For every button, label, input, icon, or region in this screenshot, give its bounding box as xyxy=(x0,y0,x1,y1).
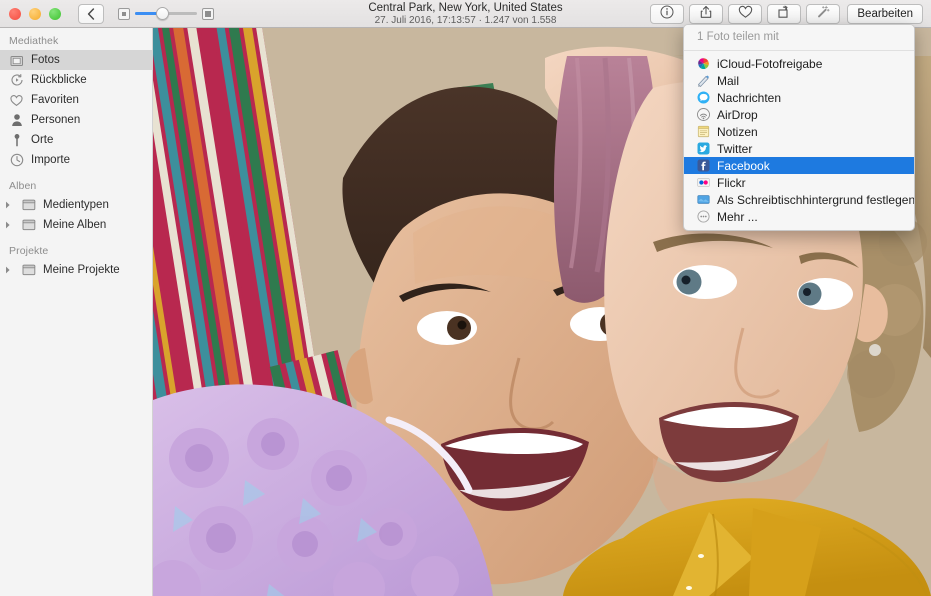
chevron-right-icon[interactable] xyxy=(5,201,14,209)
sidebar-section-mediathek-title: Mediathek xyxy=(9,35,59,47)
close-window-button[interactable] xyxy=(9,7,21,20)
facebook-icon xyxy=(696,159,710,173)
share-menu-item-label: AirDrop xyxy=(717,107,758,122)
traffic-lights xyxy=(9,7,61,20)
rotate-button[interactable] xyxy=(767,3,802,24)
edit-button-label: Bearbeiten xyxy=(857,7,913,20)
info-button[interactable] xyxy=(650,3,685,24)
share-menu-item-nachrichten[interactable]: Nachrichten xyxy=(684,89,914,106)
rotate-icon xyxy=(777,5,791,22)
magic-wand-icon xyxy=(816,5,830,22)
share-menu-item-facebook[interactable]: Facebook xyxy=(684,157,914,174)
small-thumbnail-icon[interactable] xyxy=(118,7,130,20)
share-menu-item-label: Mail xyxy=(717,73,740,88)
sidebar-item-label: Orte xyxy=(31,134,54,146)
share-menu-item-airdrop[interactable]: AirDrop xyxy=(684,106,914,123)
sidebar-item-personen[interactable]: Personen xyxy=(0,110,152,130)
twitter-icon xyxy=(696,142,710,156)
sidebar-item-label: Favoriten xyxy=(31,94,79,106)
heart-icon xyxy=(9,93,24,108)
sidebar-item-label: Rückblicke xyxy=(31,74,87,86)
minimize-window-button[interactable] xyxy=(29,7,41,20)
share-menu-item-label: Flickr xyxy=(717,175,746,190)
desktop-picture-icon xyxy=(696,193,710,207)
album-icon xyxy=(21,263,36,278)
clock-icon xyxy=(9,153,24,168)
sidebar-item-meine-alben[interactable]: Meine Alben xyxy=(0,215,152,235)
toolbar-actions: Bearbeiten xyxy=(645,3,931,24)
more-icon xyxy=(696,210,710,224)
enhance-button[interactable] xyxy=(806,3,841,24)
info-icon xyxy=(660,5,674,22)
chevron-right-icon[interactable] xyxy=(5,266,14,274)
share-menu-header: 1 Foto teilen mit xyxy=(684,25,914,51)
sidebar-item-label: Fotos xyxy=(31,54,60,66)
maximize-window-button[interactable] xyxy=(49,7,61,20)
album-icon xyxy=(21,198,36,213)
sidebar-item-label: Meine Projekte xyxy=(43,264,120,276)
share-menu-item-label: Twitter xyxy=(717,141,753,156)
person-icon xyxy=(9,113,24,128)
sidebar-section-projekte-title: Projekte xyxy=(9,245,49,257)
memories-icon xyxy=(9,73,24,88)
sidebar-item-importe[interactable]: Importe xyxy=(0,150,152,170)
icloud-photo-sharing-icon xyxy=(696,57,710,71)
share-menu-item-mail[interactable]: Mail xyxy=(684,72,914,89)
share-menu-item-icloud-fotofreigabe[interactable]: iCloud-Fotofreigabe xyxy=(684,55,914,72)
share-menu-item-twitter[interactable]: Twitter xyxy=(684,140,914,157)
heart-icon xyxy=(738,5,753,22)
sidebar-item-medientypen[interactable]: Medientypen xyxy=(0,195,152,215)
share-button[interactable] xyxy=(689,3,724,24)
sidebar-item-orte[interactable]: Orte xyxy=(0,130,152,150)
share-menu-item-desktop-picture[interactable]: Als Schreibtischhintergrund festlegen xyxy=(684,191,914,208)
sidebar-item-meine-projekte[interactable]: Meine Projekte xyxy=(0,260,152,280)
zoom-slider-track[interactable] xyxy=(135,7,197,20)
sidebar-item-label: Meine Alben xyxy=(43,219,107,231)
share-menu-item-label: Als Schreibtischhintergrund festlegen xyxy=(717,192,915,207)
share-icon xyxy=(699,5,713,22)
sidebar-item-rueckblicke[interactable]: Rückblicke xyxy=(0,70,152,90)
sidebar-item-label: Importe xyxy=(31,154,70,166)
messages-icon xyxy=(696,91,710,105)
sidebar-item-label: Personen xyxy=(31,114,81,126)
share-menu-item-label: Mehr ... xyxy=(717,209,758,224)
share-menu-item-mehr[interactable]: Mehr ... xyxy=(684,208,914,225)
zoom-slider-knob[interactable] xyxy=(156,7,169,20)
large-thumbnail-icon[interactable] xyxy=(202,7,214,20)
sidebar-item-label: Medientypen xyxy=(43,199,109,211)
share-menu-item-label: Nachrichten xyxy=(717,90,782,105)
zoom-slider[interactable] xyxy=(118,7,214,20)
share-menu-item-label: Notizen xyxy=(717,124,758,139)
share-menu-item-label: iCloud-Fotofreigabe xyxy=(717,56,823,71)
edit-button[interactable]: Bearbeiten xyxy=(847,3,923,24)
favorite-button[interactable] xyxy=(728,3,763,24)
back-chevron-icon xyxy=(87,7,95,20)
photos-icon xyxy=(9,53,24,68)
mail-icon xyxy=(696,74,710,88)
sidebar-section-alben-title: Alben xyxy=(9,180,37,192)
share-menu-item-notizen[interactable]: Notizen xyxy=(684,123,914,140)
share-menu-item-flickr[interactable]: Flickr xyxy=(684,174,914,191)
airdrop-icon xyxy=(696,108,710,122)
back-button[interactable] xyxy=(78,3,104,24)
photos-app-window: Central Park, New York, United States 27… xyxy=(0,0,931,596)
share-menu: 1 Foto teilen mit iCloud-Fotofreigabe Ma… xyxy=(683,24,915,231)
sidebar-item-favoriten[interactable]: Favoriten xyxy=(0,90,152,110)
pin-icon xyxy=(9,133,24,148)
share-menu-item-label: Facebook xyxy=(717,158,770,173)
album-icon xyxy=(21,218,36,233)
notes-icon xyxy=(696,125,710,139)
sidebar: Mediathek Fotos Rückblicke Favoriten Per… xyxy=(0,28,153,596)
flickr-icon xyxy=(696,176,710,190)
sidebar-item-fotos[interactable]: Fotos xyxy=(0,50,152,70)
chevron-right-icon[interactable] xyxy=(5,221,14,229)
share-menu-list: iCloud-Fotofreigabe Mail Nachrichten Air… xyxy=(684,51,914,225)
